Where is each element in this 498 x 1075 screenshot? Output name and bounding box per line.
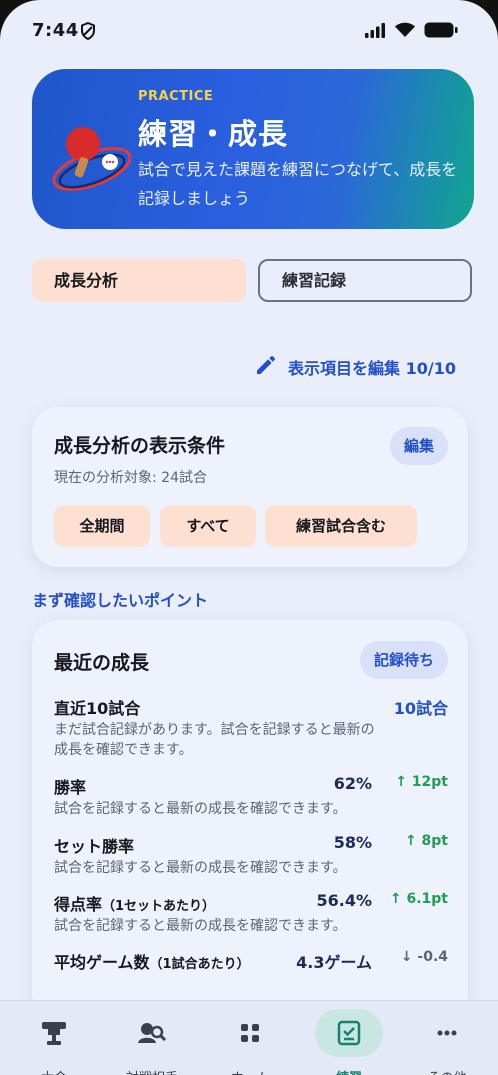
hero-eyebrow: PRACTICE	[138, 89, 214, 104]
bottom-navigation: 大会 対戦相手 ホーム 練習 その他	[0, 1000, 498, 1075]
metric-qualifier: （1試合あたり）	[149, 957, 250, 972]
nav-item-home[interactable]: ホーム	[210, 1009, 290, 1075]
growth-card-title: 最近の成長	[54, 652, 150, 674]
section-label-key-points: まず確認したいポイント	[32, 591, 209, 610]
hero-banner: PRACTICE 練習・成長 試合で見えた課題を練習につなげて、成長を記録しまし…	[32, 69, 474, 229]
metric-delta: ↑ 12pt	[395, 774, 448, 790]
metric-label: 平均ゲーム数（1試合あたり）	[54, 949, 250, 973]
nav-item-practice[interactable]: 練習	[309, 1009, 389, 1075]
metric-value: 4.3ゲーム	[296, 953, 372, 972]
filter-chip-period[interactable]: 全期間	[54, 505, 150, 547]
analysis-conditions-card: 成長分析の表示条件 編集 現在の分析対象: 24試合 全期間 すべて 練習試合含…	[32, 407, 468, 567]
pencil-icon	[254, 353, 278, 381]
metric-label: 得点率（1セットあたり）	[54, 891, 215, 915]
status-time: 7:44	[32, 20, 79, 41]
nav-label: 対戦相手	[112, 1067, 192, 1075]
analysis-target-text: 現在の分析対象: 24試合	[54, 470, 207, 486]
metric-label-text: 得点率	[54, 895, 103, 914]
edit-display-items-button[interactable]: 表示項目を編集 10/10	[254, 353, 456, 381]
wifi-icon	[394, 22, 416, 42]
filter-chip-type[interactable]: すべて	[160, 505, 256, 547]
metric-desc: 試合を記録すると最新の成長を確認できます。	[54, 801, 347, 817]
status-icons	[364, 22, 458, 42]
metric-desc: 試合を記録すると最新の成長を確認できます。	[54, 918, 347, 934]
signal-icon	[364, 22, 386, 42]
metric-delta: ↑ 8pt	[404, 833, 448, 849]
tab-growth-analysis[interactable]: 成長分析	[32, 259, 246, 302]
conditions-edit-button[interactable]: 編集	[389, 427, 448, 465]
metric-row-win-rate: 勝率 62% ↑ 12pt 試合を記録すると最新の成長を確認できます。	[54, 774, 448, 824]
shield-icon	[80, 21, 96, 44]
nav-item-more[interactable]: その他	[407, 1009, 487, 1075]
edit-display-items-label: 表示項目を編集 10/10	[288, 359, 456, 378]
metric-delta: ↑ 6.1pt	[389, 891, 448, 907]
nav-item-tournaments[interactable]: 大会	[14, 1009, 94, 1075]
recent-matches-desc-2: 成長を確認できます。	[54, 742, 193, 758]
metric-label: セット勝率	[54, 837, 135, 856]
metric-label-text: 平均ゲーム数	[54, 953, 150, 972]
phone-screen: 7:44 PRACTICE 練習・成長 試合で見えた課題を練習につなげて、成長を…	[0, 0, 498, 1075]
metric-delta: ↓ -0.4	[400, 949, 448, 965]
metric-row-point-rate: 得点率（1セットあたり） 56.4% ↑ 6.1pt 試合を記録すると最新の成長…	[54, 891, 448, 941]
metric-desc: 試合を記録すると最新の成長を確認できます。	[54, 860, 347, 876]
metric-qualifier: （1セットあたり）	[102, 899, 216, 914]
recent-matches-desc-1: まだ試合記録があります。試合を記録すると最新の	[54, 722, 375, 738]
more-dots-icon	[407, 1009, 487, 1057]
awaiting-records-badge: 記録待ち	[359, 641, 448, 679]
battery-icon	[424, 22, 458, 42]
recent-matches-row: 直近10試合 10試合 まだ試合記録があります。試合を記録すると最新の 成長を確…	[54, 695, 448, 765]
conditions-card-title: 成長分析の表示条件	[54, 435, 226, 457]
opponent-search-icon	[112, 1009, 192, 1057]
practice-checklist-icon	[315, 1009, 383, 1057]
nav-label: ホーム	[210, 1067, 290, 1075]
table-tennis-paddle-icon	[50, 117, 142, 197]
nav-label: 練習	[309, 1067, 389, 1075]
recent-growth-card: 最近の成長 記録待ち 直近10試合 10試合 まだ試合記録があります。試合を記録…	[32, 620, 468, 1020]
hero-subtitle: 試合で見えた課題を練習につなげて、成長を記録しましょう	[138, 160, 458, 208]
metric-value: 56.4%	[316, 891, 372, 910]
metric-value: 58%	[333, 833, 372, 852]
nav-label: その他	[407, 1067, 487, 1075]
nav-label: 大会	[14, 1067, 94, 1075]
trophy-icon	[14, 1009, 94, 1057]
metric-row-avg-games: 平均ゲーム数（1試合あたり） 4.3ゲーム ↓ -0.4	[54, 949, 448, 979]
recent-matches-label: 直近10試合	[54, 699, 141, 718]
metric-row-set-win-rate: セット勝率 58% ↑ 8pt 試合を記録すると最新の成長を確認できます。	[54, 833, 448, 883]
status-bar: 7:44	[0, 0, 498, 62]
hero-title: 練習・成長	[138, 117, 289, 151]
filter-chip-practice[interactable]: 練習試合含む	[265, 505, 417, 547]
tab-practice-records[interactable]: 練習記録	[258, 259, 472, 302]
grid-icon	[210, 1009, 290, 1057]
metric-value: 62%	[333, 774, 372, 793]
recent-matches-value: 10試合	[393, 699, 448, 718]
nav-item-opponents[interactable]: 対戦相手	[112, 1009, 192, 1075]
metric-label: 勝率	[54, 778, 87, 797]
